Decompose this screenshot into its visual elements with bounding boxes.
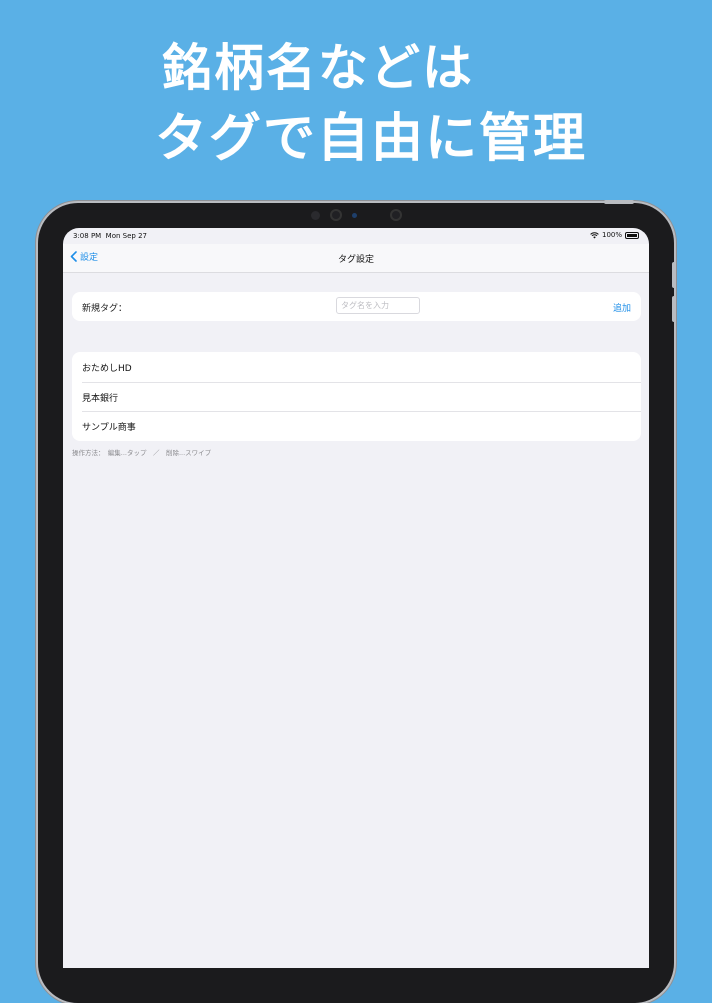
tag-name: 見本銀行 xyxy=(82,393,119,404)
status-date: Mon Sep 27 xyxy=(105,232,147,240)
battery-percent: 100% xyxy=(601,231,622,239)
wifi-icon xyxy=(590,231,599,238)
tag-list: おためしHD 見本銀行 サンプル商事 xyxy=(72,352,641,441)
add-button[interactable]: 追加 xyxy=(613,301,631,314)
list-item[interactable]: おためしHD xyxy=(72,352,641,382)
new-tag-label: 新規タグ： xyxy=(82,304,128,314)
navigation-bar: 設定 タグ設定 xyxy=(63,244,649,273)
status-bar: 3:08 PM Mon Sep 27 100% xyxy=(63,228,649,244)
status-time-date: 3:08 PM Mon Sep 27 xyxy=(73,232,147,240)
indicator-light xyxy=(352,213,357,218)
top-button xyxy=(604,200,634,204)
status-right: 100% xyxy=(590,231,639,239)
volume-up-button xyxy=(672,262,676,288)
sensor-icon xyxy=(311,211,320,220)
new-tag-card: 新規タグ： 追加 xyxy=(72,292,641,321)
status-time: 3:08 PM xyxy=(73,232,102,240)
help-text: 操作方法： 編集...タップ ／ 削除...スワイプ xyxy=(72,449,212,457)
camera-icon xyxy=(330,209,342,221)
headline-line-1: 銘柄名などは xyxy=(162,39,474,97)
camera-icon-2 xyxy=(390,209,402,221)
list-item[interactable]: 見本銀行 xyxy=(72,381,641,412)
list-item[interactable]: サンプル商事 xyxy=(72,411,641,441)
page-title: タグ設定 xyxy=(337,255,374,265)
tag-name: おためしHD xyxy=(82,364,132,374)
tag-name: サンプル商事 xyxy=(82,423,136,434)
headline-line-2: タグで自由に管理 xyxy=(155,109,588,169)
app-screen: 3:08 PM Mon Sep 27 100% 設定 タグ設定 新規タグ： 追加… xyxy=(63,228,649,968)
volume-down-button xyxy=(672,296,676,322)
battery-icon xyxy=(625,231,639,239)
tag-name-input[interactable] xyxy=(336,297,420,314)
